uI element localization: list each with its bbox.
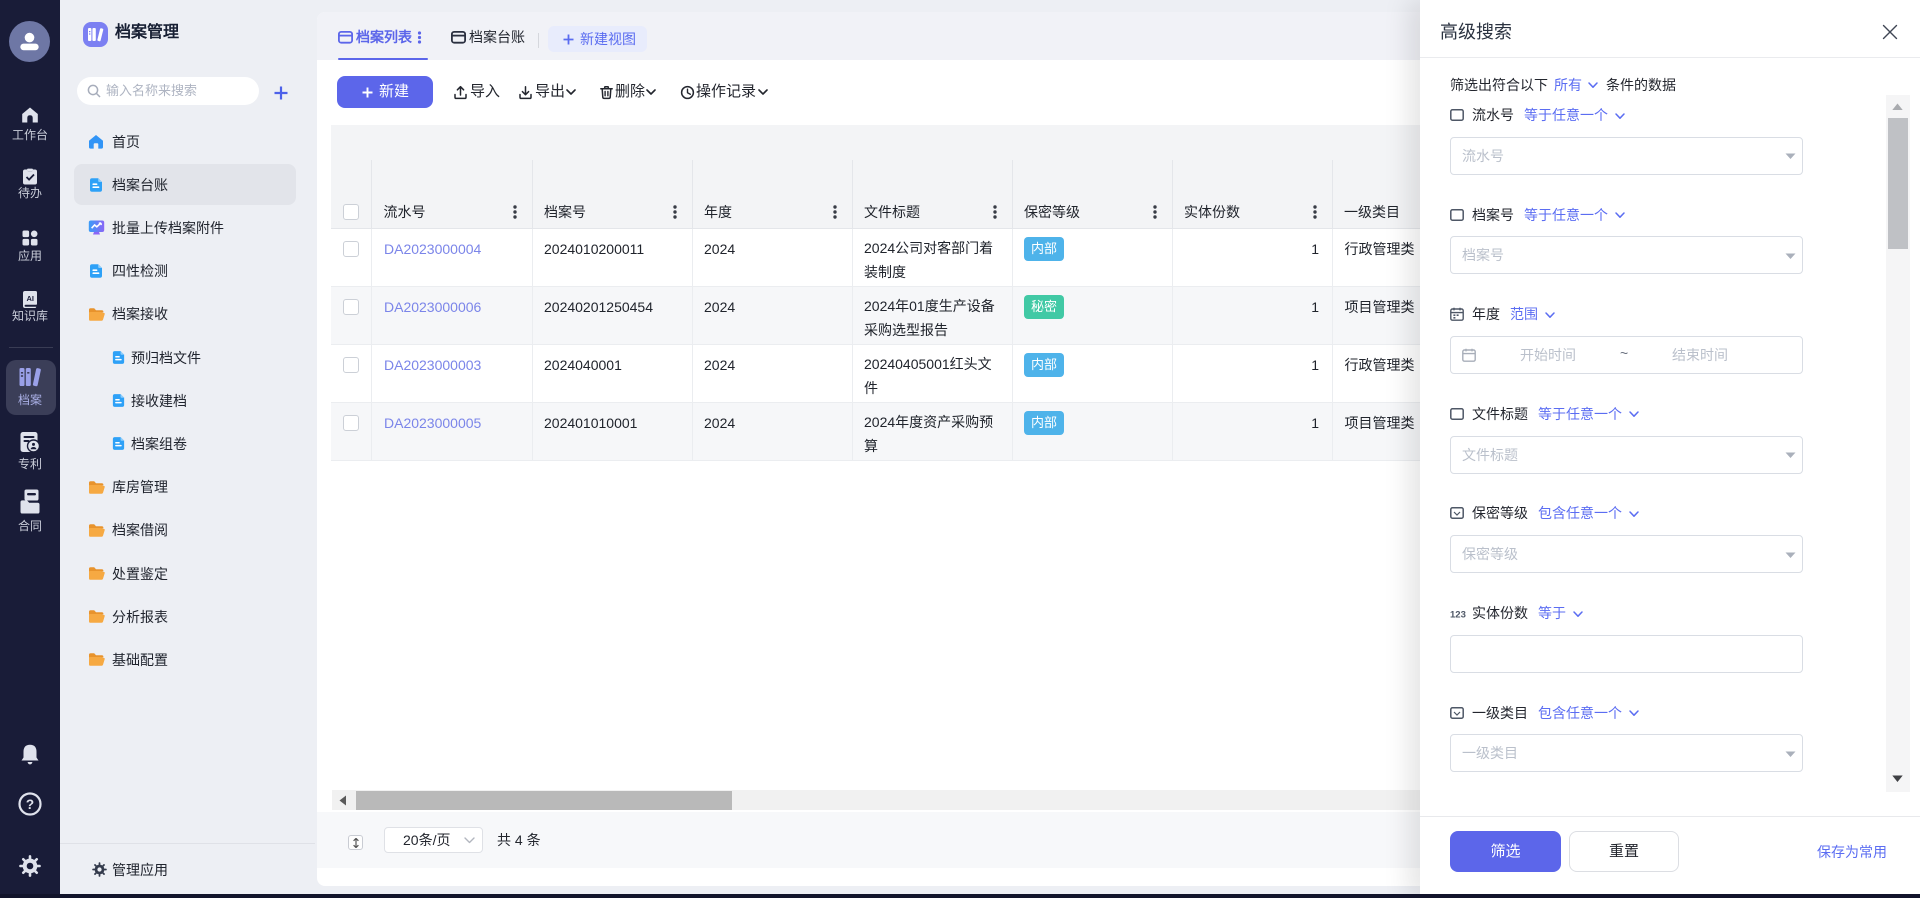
svg-text:123: 123 [1450, 609, 1466, 619]
svg-text:AI: AI [26, 294, 33, 303]
svg-text:?: ? [26, 797, 34, 812]
